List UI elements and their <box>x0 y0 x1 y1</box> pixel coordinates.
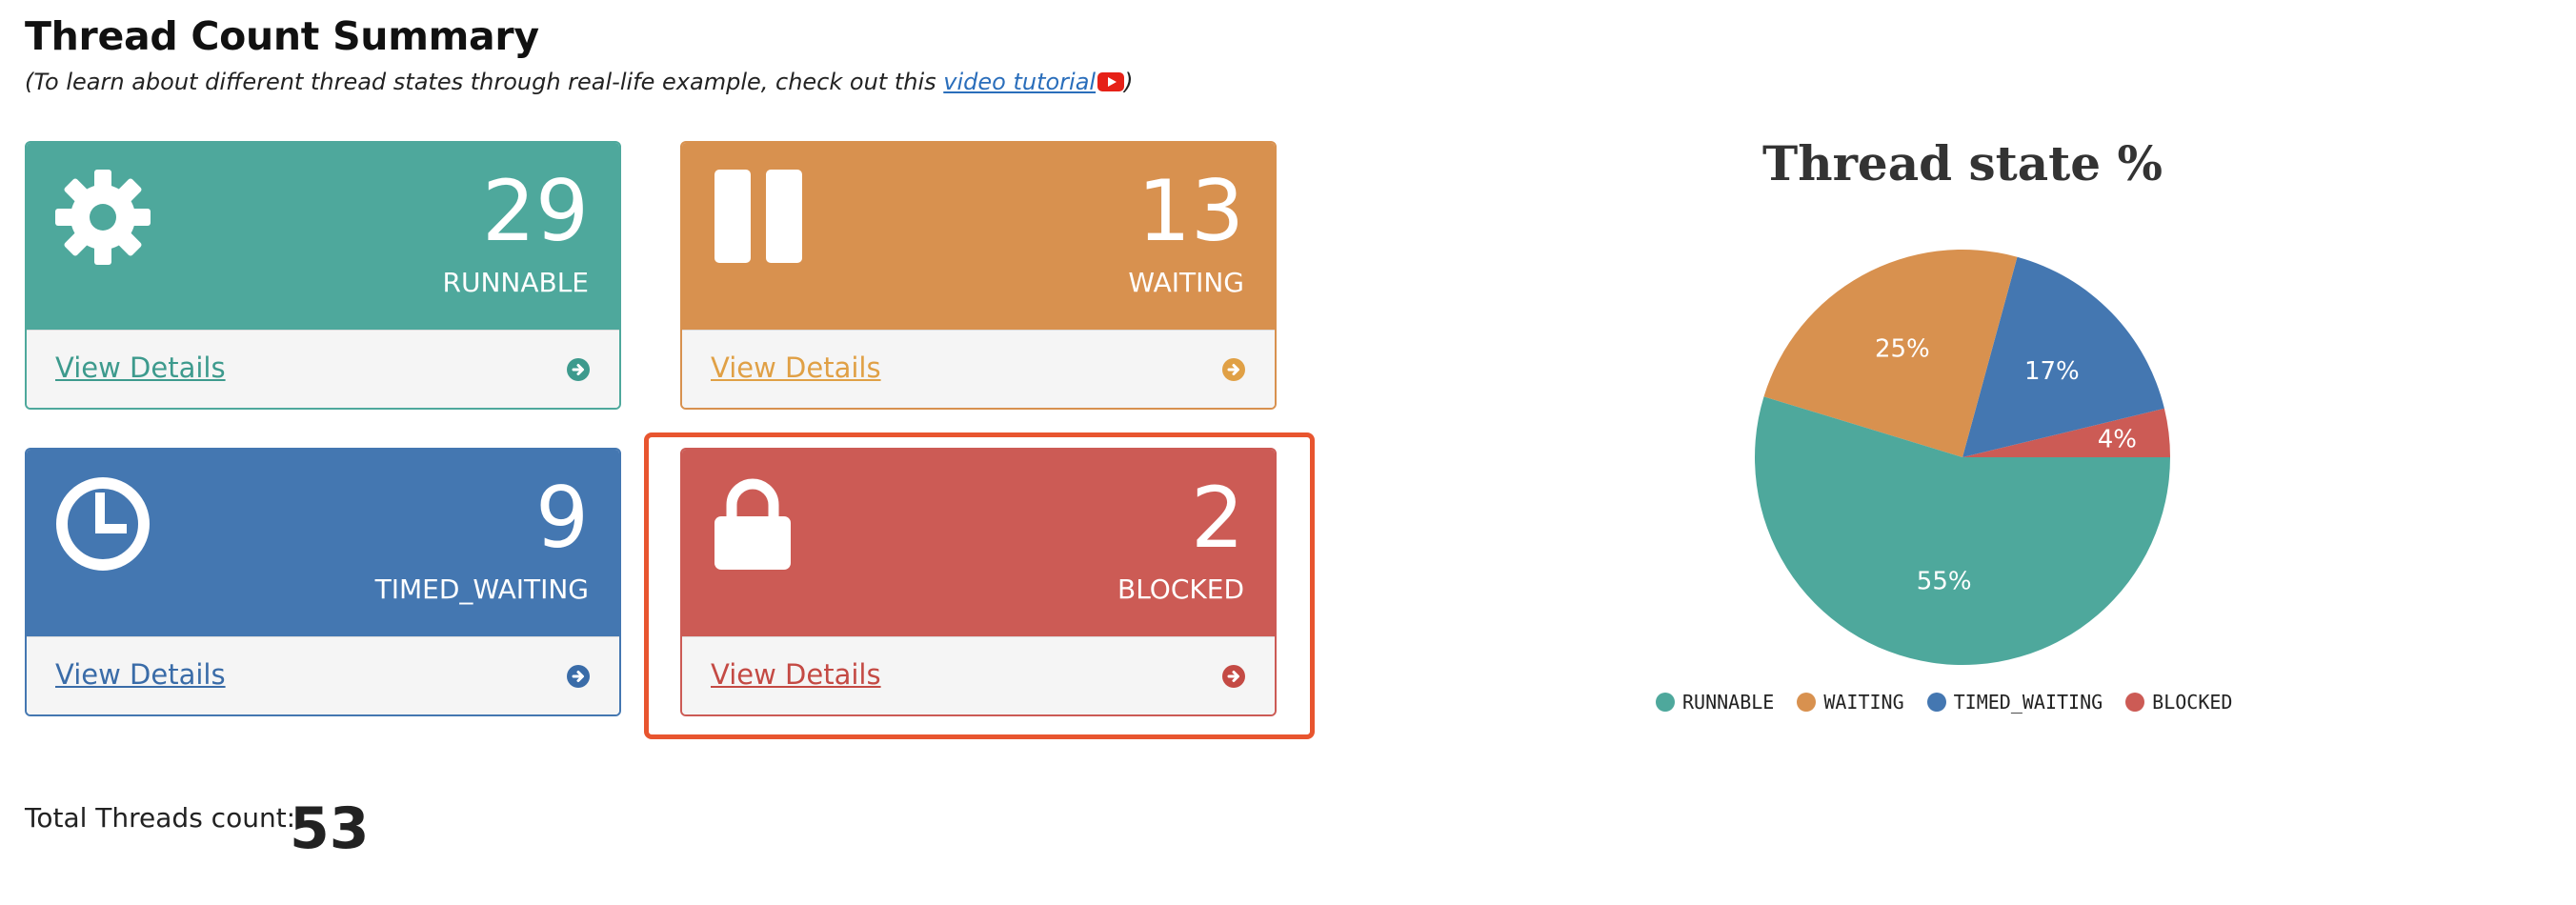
runnable-card: 29 RUNNABLE View Details <box>25 141 621 410</box>
legend-label: RUNNABLE <box>1682 691 1775 714</box>
lock-icon <box>714 478 791 570</box>
arrow-circle-right-icon[interactable] <box>1221 357 1246 382</box>
timed-waiting-view-details-link[interactable]: View Details <box>55 658 226 691</box>
video-tutorial-link[interactable]: video tutorial <box>943 69 1096 95</box>
waiting-count: 13 <box>1137 162 1244 260</box>
arrow-circle-right-icon[interactable] <box>566 357 591 382</box>
timed-waiting-count: 9 <box>535 469 589 567</box>
legend-item-timed-waiting[interactable]: TIMED_WAITING <box>1926 691 2103 714</box>
timed-waiting-card-header: 9 TIMED_WAITING <box>27 450 619 636</box>
runnable-card-footer[interactable]: View Details <box>27 330 619 408</box>
thread-state-pie-chart: 4% 17% 25% 55% <box>1755 250 2170 666</box>
total-threads-value: 53 <box>290 795 370 862</box>
runnable-count: 29 <box>482 162 589 260</box>
legend-label: TIMED_WAITING <box>1953 691 2103 714</box>
legend-swatch <box>2125 693 2145 712</box>
blocked-card-footer[interactable]: View Details <box>682 636 1275 714</box>
legend-swatch <box>1797 693 1817 712</box>
waiting-card-header: 13 WAITING <box>682 143 1275 330</box>
timed-waiting-state-label: TIMED_WAITING <box>374 573 589 605</box>
blocked-view-details-link[interactable]: View Details <box>711 658 881 691</box>
waiting-state-label: WAITING <box>1128 267 1244 298</box>
page-title: Thread Count Summary <box>25 13 539 59</box>
pause-icon <box>714 170 802 263</box>
thread-count-summary-panel: Thread Count Summary (To learn about dif… <box>0 0 2576 905</box>
waiting-view-details-link[interactable]: View Details <box>711 352 881 384</box>
pie-label-timed-waiting: 17% <box>2024 357 2080 386</box>
subtitle-prefix: (To learn about different thread states … <box>25 69 944 95</box>
blocked-card: 2 BLOCKED View Details <box>680 448 1277 716</box>
chart-legend: RUNNABLE WAITING TIMED_WAITING BLOCKED <box>1656 688 2232 716</box>
runnable-state-label: RUNNABLE <box>442 267 590 298</box>
legend-item-runnable[interactable]: RUNNABLE <box>1656 691 1774 714</box>
legend-item-blocked[interactable]: BLOCKED <box>2125 691 2232 714</box>
blocked-card-header: 2 BLOCKED <box>682 450 1275 636</box>
legend-item-waiting[interactable]: WAITING <box>1797 691 1904 714</box>
blocked-state-label: BLOCKED <box>1117 573 1244 605</box>
timed-waiting-card-footer[interactable]: View Details <box>27 636 619 714</box>
legend-label: BLOCKED <box>2152 691 2233 714</box>
chart-title: Thread state % <box>1762 135 2163 191</box>
page-subtitle: (To learn about different thread states … <box>25 69 1133 95</box>
blocked-count: 2 <box>1191 469 1244 567</box>
arrow-circle-right-icon[interactable] <box>1221 664 1246 689</box>
pie-label-blocked: 4% <box>2098 426 2137 454</box>
subtitle-suffix: ) <box>1124 69 1134 95</box>
legend-label: WAITING <box>1823 691 1904 714</box>
pie-label-runnable: 55% <box>1917 567 1972 595</box>
waiting-card-footer[interactable]: View Details <box>682 330 1275 408</box>
waiting-card: 13 WAITING View Details <box>680 141 1277 410</box>
total-threads-label: Total Threads count: <box>25 802 296 834</box>
legend-swatch <box>1926 693 1946 712</box>
arrow-circle-right-icon[interactable] <box>566 664 591 689</box>
clock-icon <box>56 477 150 571</box>
runnable-card-header: 29 RUNNABLE <box>27 143 619 330</box>
gear-icon <box>55 170 151 265</box>
youtube-icon[interactable] <box>1097 72 1125 91</box>
runnable-view-details-link[interactable]: View Details <box>55 352 226 384</box>
timed-waiting-card: 9 TIMED_WAITING View Details <box>25 448 621 716</box>
legend-swatch <box>1656 693 1675 712</box>
pie-label-waiting: 25% <box>1875 334 1930 363</box>
